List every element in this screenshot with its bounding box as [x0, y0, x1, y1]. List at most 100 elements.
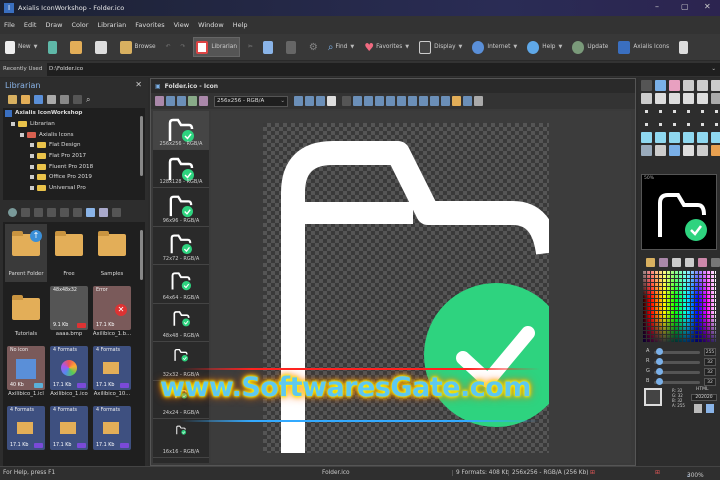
tool-icon-15[interactable] — [683, 106, 694, 117]
tree-item[interactable]: Axialis IconWorkshop — [3, 108, 145, 119]
tree-item[interactable]: Office Pro 2019 — [3, 172, 145, 183]
menu-edit[interactable]: Edit — [24, 21, 37, 29]
add-folder-icon[interactable] — [21, 94, 30, 104]
tool-icon-0[interactable] — [641, 80, 652, 91]
slider-blue[interactable]: B 32 — [646, 378, 718, 387]
chevron-down-icon[interactable]: ⌄ — [711, 63, 716, 76]
tool-icon-3[interactable] — [683, 80, 694, 91]
display-button[interactable]: Display ▼ — [417, 37, 464, 57]
thumb-folder[interactable]: Samples — [91, 224, 133, 282]
update-button[interactable]: Update — [570, 37, 610, 57]
internet-button[interactable]: Internet ▼ — [470, 37, 519, 57]
redo-button[interactable]: ↷ — [178, 37, 187, 57]
options-icon[interactable] — [474, 96, 483, 106]
tool-icon-26[interactable] — [669, 132, 680, 143]
paste-button[interactable] — [284, 37, 301, 57]
thumb-file[interactable]: 48x48x32 9.1 Kb aaaa.bmp — [48, 284, 90, 342]
paste-icon[interactable] — [34, 207, 43, 217]
slider-alpha[interactable]: A 255 — [646, 348, 718, 357]
menu-draw[interactable]: Draw — [45, 21, 62, 29]
export-icon[interactable] — [60, 207, 69, 217]
format-item[interactable]: 128x128 - RGB/A — [153, 150, 209, 188]
palette-options-icon[interactable] — [711, 257, 720, 267]
delete-icon[interactable] — [112, 207, 121, 217]
tool-icon-17[interactable] — [711, 106, 720, 117]
grid-icon[interactable] — [34, 94, 43, 104]
tool-icon-9[interactable] — [683, 93, 694, 104]
tool-icon-11[interactable] — [711, 93, 720, 104]
new-button[interactable]: New ▼ — [3, 37, 40, 57]
import-icon[interactable] — [47, 207, 56, 217]
expand-icon[interactable] — [30, 175, 34, 180]
add-library-icon[interactable] — [8, 94, 17, 104]
thumb-file[interactable]: 4 Formats 17.1 Kb — [48, 404, 90, 462]
tool-icon-27[interactable] — [683, 132, 694, 143]
menu-help[interactable]: Help — [233, 21, 248, 29]
tool-icon-34[interactable] — [697, 145, 708, 156]
thumb-parent-folder[interactable]: ↑ Parent Folder — [5, 224, 47, 282]
colors-icon[interactable] — [419, 96, 428, 106]
find-button[interactable]: ⌕ Find ▼ — [326, 37, 356, 57]
format-item[interactable]: 16x16 - RGB/A — [153, 419, 209, 458]
thumb-file[interactable]: 4 Formats 17.1 Kb — [5, 404, 47, 462]
tool-icon-14[interactable] — [669, 106, 680, 117]
format-icon[interactable] — [177, 96, 186, 106]
expand-icon[interactable] — [20, 132, 24, 137]
import-palette-icon[interactable] — [672, 257, 681, 267]
thumb-file[interactable]: 4 Formats 17.1 Kb — [91, 404, 133, 462]
open-button[interactable] — [46, 37, 62, 57]
tool-icon-32[interactable] — [669, 145, 680, 156]
tool-icon-6[interactable] — [641, 93, 652, 104]
save-icon[interactable] — [155, 96, 164, 106]
slider-knob[interactable] — [656, 378, 663, 385]
favorites-button[interactable]: ♥ Favorites ▼ — [362, 37, 411, 57]
close-button[interactable]: ✕ — [704, 2, 711, 11]
rotate-icon[interactable] — [430, 96, 439, 106]
flip-icon[interactable] — [441, 96, 450, 106]
tool-icon-30[interactable] — [641, 145, 652, 156]
axialis-icons-button[interactable]: Axialis Icons — [616, 37, 671, 57]
expand-icon[interactable] — [30, 164, 34, 169]
slider-value[interactable]: 32 — [704, 378, 716, 386]
minimize-button[interactable]: – — [655, 2, 659, 11]
tool-icon-22[interactable] — [697, 119, 708, 130]
tool-icon-13[interactable] — [655, 106, 666, 117]
tool-icon-23[interactable] — [711, 119, 720, 130]
grid-icon[interactable] — [353, 96, 362, 106]
slider-value[interactable]: 255 — [704, 348, 716, 356]
slider-knob[interactable] — [656, 358, 663, 365]
tool-icon-31[interactable] — [655, 145, 666, 156]
tool-icon-2[interactable] — [669, 80, 680, 91]
search-icon[interactable]: ⌕ — [86, 95, 95, 104]
tool-icon-8[interactable] — [669, 93, 680, 104]
settings-button[interactable]: ⚙ — [307, 37, 320, 57]
clipboard-icon[interactable] — [60, 94, 69, 104]
tool-icon-12[interactable] — [641, 106, 652, 117]
help-button[interactable]: Help ▼ — [525, 37, 564, 57]
format-item[interactable]: 96x96 - RGB/A — [153, 188, 209, 227]
slider-knob[interactable] — [656, 368, 663, 375]
tool-icon-18[interactable] — [641, 119, 652, 130]
format-item[interactable]: 256x256 - RGB/A — [153, 111, 209, 150]
thumb-file[interactable]: 4 Formats 17.1 Kb Axilibico_10... — [91, 344, 133, 402]
tool-icon-33[interactable] — [683, 145, 694, 156]
menu-color[interactable]: Color — [71, 21, 88, 29]
thumb-folder[interactable]: Free — [48, 224, 90, 282]
thumb-file[interactable]: 4 Formats 17.1 Kb Axilibico_1.ico — [48, 344, 90, 402]
cut-button[interactable]: ✂ — [246, 37, 255, 57]
librarian-button[interactable]: Librarian — [193, 37, 241, 57]
recently-used-combo[interactable]: D:\Folder.ico ⌄ — [47, 62, 720, 76]
open-folder-button[interactable] — [68, 37, 87, 57]
close-panel-icon[interactable]: ✕ — [135, 80, 142, 89]
expand-icon[interactable] — [30, 143, 34, 148]
duplicate-icon[interactable] — [73, 207, 82, 217]
filter-icon[interactable] — [397, 96, 406, 106]
expand-icon[interactable] — [11, 122, 15, 127]
format-item[interactable]: 72x72 - RGB/A — [153, 227, 209, 265]
tool-icon-16[interactable] — [697, 106, 708, 117]
test-icon[interactable] — [327, 96, 336, 106]
new-format-icon[interactable] — [166, 96, 175, 106]
copy-format-icon[interactable] — [305, 96, 314, 106]
format-select[interactable]: 256x256 - RGB/A ⌄ — [214, 95, 288, 107]
list-icon[interactable] — [342, 96, 351, 106]
